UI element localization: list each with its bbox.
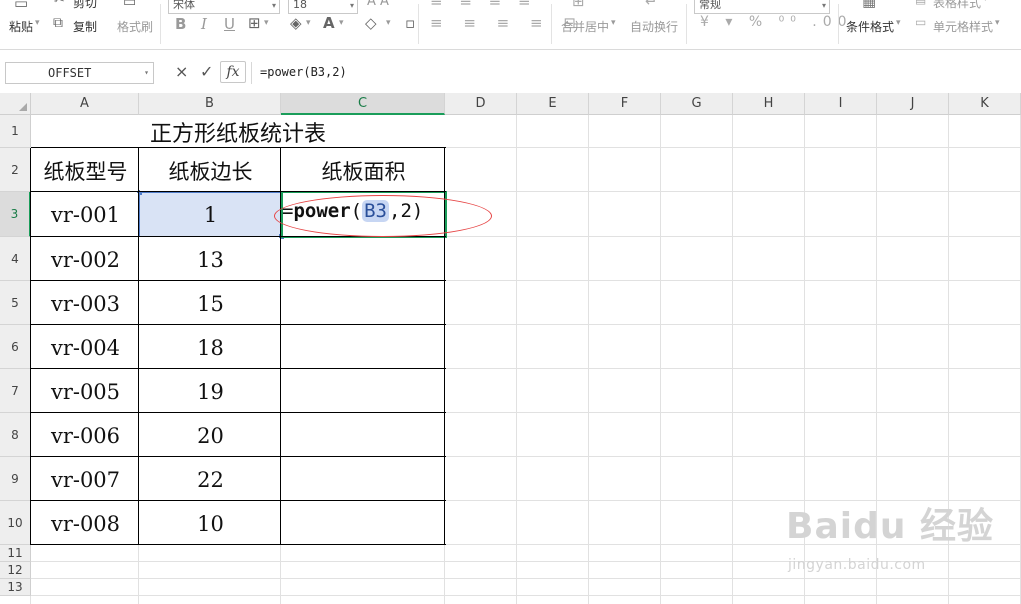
model-cell[interactable]: vr-005: [32, 370, 139, 413]
column-header-e[interactable]: E: [517, 93, 589, 115]
gridline-horizontal: [31, 595, 1021, 596]
column-header-a[interactable]: A: [31, 93, 139, 115]
row-header-11[interactable]: 11: [0, 545, 31, 562]
side-length-cell[interactable]: 13: [140, 238, 281, 281]
model-cell[interactable]: vr-006: [32, 414, 139, 457]
gridline-vertical: [516, 115, 517, 604]
table-header-cell[interactable]: 纸板型号: [32, 149, 139, 192]
row-header-12[interactable]: 12: [0, 562, 31, 579]
model-cell[interactable]: vr-003: [32, 282, 139, 325]
row-header-2[interactable]: 2: [0, 148, 31, 192]
model-cell[interactable]: vr-007: [32, 458, 139, 501]
corner-triangle-icon: [19, 103, 27, 111]
column-header-c[interactable]: C: [281, 93, 445, 115]
row-header-4[interactable]: 4: [0, 237, 31, 281]
table-border-horizontal: [31, 368, 446, 369]
side-length-cell[interactable]: 1: [140, 193, 281, 237]
table-header-cell[interactable]: 纸板面积: [282, 149, 445, 192]
column-header-j[interactable]: J: [877, 93, 949, 115]
row-header-5[interactable]: 5: [0, 281, 31, 325]
side-length-cell[interactable]: 19: [140, 370, 281, 413]
row-header-3[interactable]: 3: [0, 192, 31, 237]
model-cell[interactable]: vr-001: [32, 193, 139, 237]
table-border-horizontal: [31, 544, 446, 545]
table-header-cell[interactable]: 纸板边长: [140, 149, 281, 192]
table-border-horizontal: [31, 412, 446, 413]
row-header-9[interactable]: 9: [0, 457, 31, 501]
table-border-horizontal: [31, 280, 446, 281]
side-length-cell[interactable]: 18: [140, 326, 281, 369]
gridline-vertical: [732, 115, 733, 604]
table-border-horizontal: [31, 324, 446, 325]
table-border-horizontal: [31, 456, 446, 457]
row-header-10[interactable]: 10: [0, 501, 31, 545]
row-header-7[interactable]: 7: [0, 369, 31, 413]
baidu-watermark: Baidu 经验 jingyan.baidu.com: [786, 497, 995, 573]
row-header-6[interactable]: 6: [0, 325, 31, 369]
select-all-corner[interactable]: [0, 93, 31, 115]
side-length-cell[interactable]: 20: [140, 414, 281, 457]
table-border-vertical: [138, 148, 139, 545]
table-border-horizontal: [31, 191, 446, 192]
column-header-i[interactable]: I: [805, 93, 877, 115]
row-header-13[interactable]: 13: [0, 579, 31, 596]
side-length-cell[interactable]: 15: [140, 282, 281, 325]
column-header-b[interactable]: B: [139, 93, 281, 115]
table-title[interactable]: 正方形纸板统计表: [31, 115, 445, 148]
gridline-vertical: [660, 115, 661, 604]
gridline-vertical: [588, 115, 589, 604]
column-header-g[interactable]: G: [661, 93, 733, 115]
table-border-horizontal: [31, 147, 446, 148]
column-header-k[interactable]: K: [949, 93, 1021, 115]
table-border-horizontal: [31, 500, 446, 501]
gridline-horizontal: [31, 578, 1021, 579]
column-header-h[interactable]: H: [733, 93, 805, 115]
model-cell[interactable]: vr-008: [32, 502, 139, 545]
annotation-oval: [274, 195, 492, 237]
watermark-brand: Baidu 经验: [786, 506, 995, 547]
model-cell[interactable]: vr-002: [32, 238, 139, 281]
side-length-cell[interactable]: 10: [140, 502, 281, 545]
model-cell[interactable]: vr-004: [32, 326, 139, 369]
watermark-url: jingyan.baidu.com: [788, 557, 926, 573]
column-header-d[interactable]: D: [445, 93, 517, 115]
side-length-cell[interactable]: 22: [140, 458, 281, 501]
table-border-vertical: [30, 148, 31, 545]
row-header-8[interactable]: 8: [0, 413, 31, 457]
row-header-1[interactable]: 1: [0, 115, 31, 148]
column-header-f[interactable]: F: [589, 93, 661, 115]
